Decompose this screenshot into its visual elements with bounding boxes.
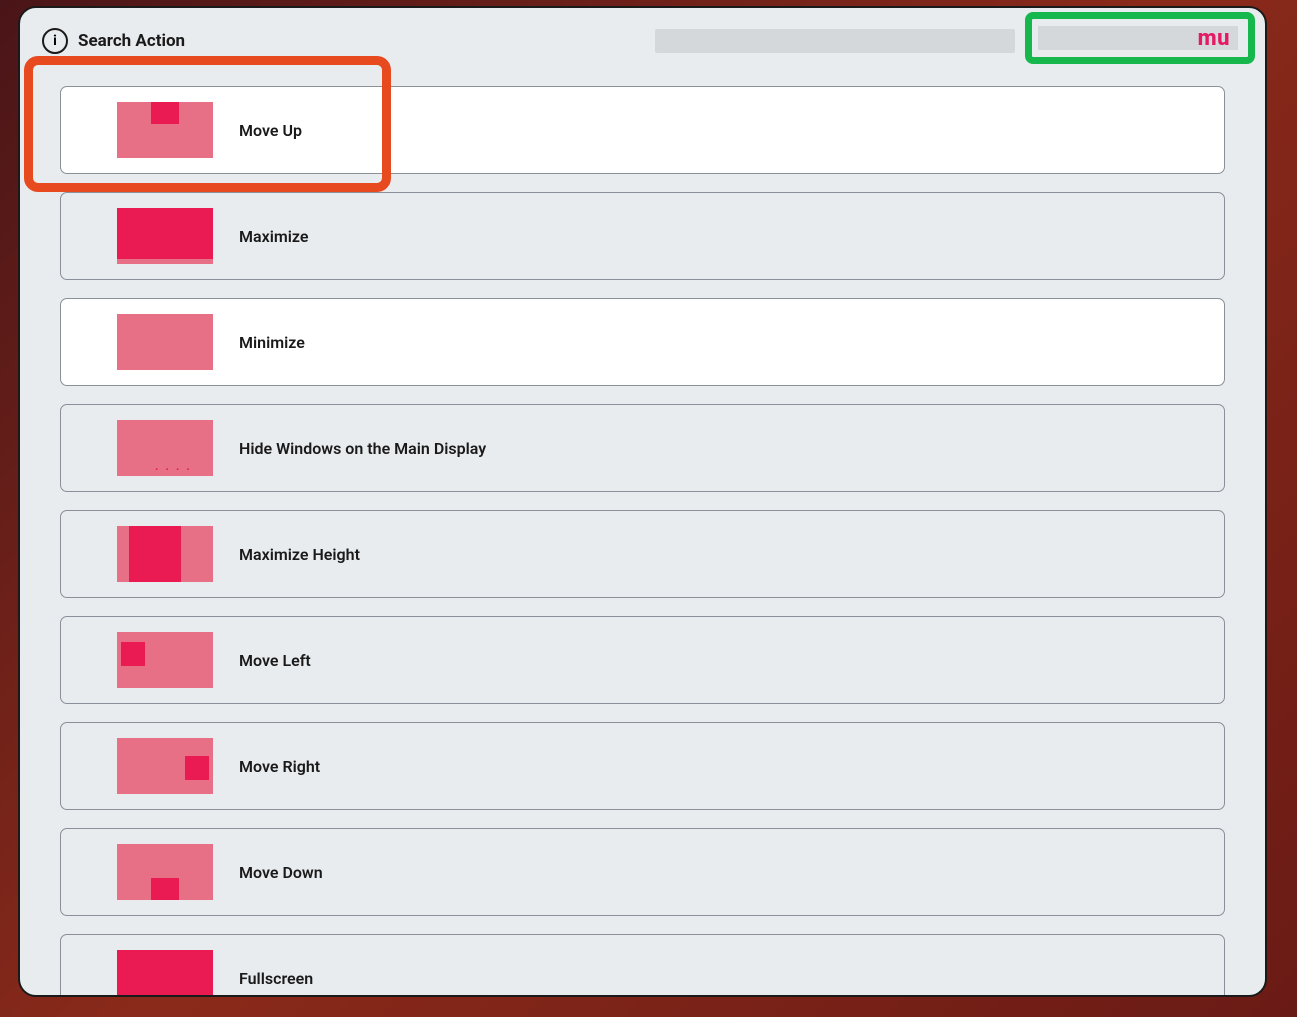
action-item-move-left[interactable]: Move Left <box>60 616 1225 704</box>
action-label: Move Down <box>239 863 323 882</box>
action-label: Fullscreen <box>239 969 313 988</box>
action-item-move-down[interactable]: Move Down <box>60 828 1225 916</box>
panel-title: Search Action <box>78 31 185 51</box>
thumb-move-up-icon <box>117 102 213 158</box>
action-list: Move Up Maximize Minimize . . . . Hide W… <box>40 68 1245 995</box>
action-item-move-up[interactable]: Move Up <box>60 86 1225 174</box>
panel-header: i Search Action mu <box>20 8 1265 66</box>
action-search-panel: i Search Action mu Move Up Maximize <box>18 6 1267 997</box>
action-item-maximize-height[interactable]: Maximize Height <box>60 510 1225 598</box>
thumb-move-left-icon <box>117 632 213 688</box>
action-label: Move Right <box>239 757 320 776</box>
action-label: Maximize <box>239 227 308 246</box>
action-item-minimize[interactable]: Minimize <box>60 298 1225 386</box>
search-input-value: mu <box>1198 26 1230 51</box>
action-label: Move Left <box>239 651 311 670</box>
thumb-fullscreen-icon <box>117 950 213 995</box>
thumb-maximize-icon <box>117 208 213 264</box>
search-input[interactable]: mu <box>1038 26 1238 50</box>
thumb-move-down-icon <box>117 844 213 900</box>
thumb-minimize-icon <box>117 314 213 370</box>
info-icon: i <box>42 28 68 54</box>
thumb-hide-icon: . . . . <box>117 420 213 476</box>
thumb-max-height-icon <box>117 526 213 582</box>
action-item-move-right[interactable]: Move Right <box>60 722 1225 810</box>
thumb-move-right-icon <box>117 738 213 794</box>
action-item-fullscreen[interactable]: Fullscreen <box>60 934 1225 995</box>
action-label: Move Up <box>239 121 302 140</box>
action-label: Minimize <box>239 333 305 352</box>
action-label: Maximize Height <box>239 545 360 564</box>
action-item-hide-windows[interactable]: . . . . Hide Windows on the Main Display <box>60 404 1225 492</box>
action-item-maximize[interactable]: Maximize <box>60 192 1225 280</box>
action-label: Hide Windows on the Main Display <box>239 439 486 458</box>
search-input-highlight: mu <box>1025 12 1255 64</box>
search-bar-background <box>655 29 1015 53</box>
